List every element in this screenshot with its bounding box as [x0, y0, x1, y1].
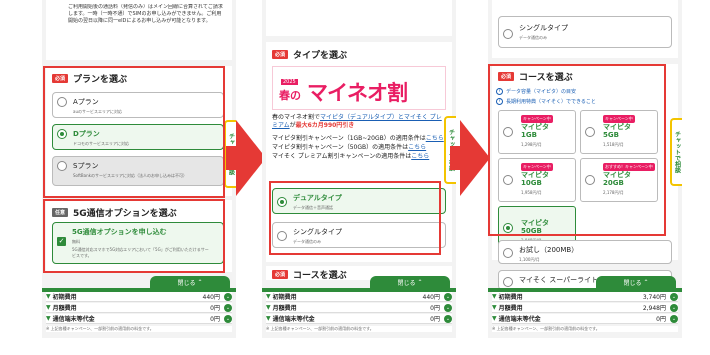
- notes-link[interactable]: こちら: [411, 153, 429, 160]
- course-section-head: 必須 コースを選ぶ: [272, 268, 347, 281]
- chevron-down-icon: ▼: [46, 304, 51, 311]
- cost-row-device[interactable]: ▼ 通信端末等代金 0円 ⌄: [492, 314, 678, 324]
- arrow-body: [226, 146, 236, 170]
- top-note: ご利用開始後の通話料（発信のみ）はメイン回線に合算されてご請求します。一時（一時…: [68, 4, 223, 24]
- radio-icon[interactable]: [503, 277, 513, 287]
- arrow-body: [450, 146, 460, 170]
- chevron-down-icon: ▼: [266, 293, 271, 300]
- promo-text: 春のマイネオ割でマイピタ（デュアルタイプ）とマイそく プレミアムが最大6カ月99…: [272, 114, 442, 129]
- chevron-down-icon: ▼: [266, 315, 271, 322]
- chevron-down-icon: ▼: [46, 315, 51, 322]
- close-cost-button[interactable]: 閉じる ⌃: [596, 276, 676, 288]
- chat-consult-button[interactable]: チャットで相談: [670, 118, 682, 186]
- radio-icon[interactable]: [503, 29, 513, 39]
- expand-icon[interactable]: ⌄: [670, 292, 678, 301]
- close-cost-button[interactable]: 閉じる ⌃: [370, 276, 450, 288]
- next-arrow-icon: [460, 120, 490, 196]
- chevron-down-icon: ▼: [492, 315, 497, 322]
- chevron-down-icon: ▼: [266, 304, 271, 311]
- notes-link[interactable]: こちら: [408, 144, 426, 151]
- campaign-notes: マイピタ割引キャンペーン（1GB~20GB）の適用条件はこちら マイピタ割引キャ…: [272, 135, 444, 160]
- expand-icon[interactable]: ⌄: [670, 314, 678, 323]
- chevron-down-icon: ▼: [46, 293, 51, 300]
- cost-row-initial[interactable]: ▼ 初期費用 440円 ⌄: [46, 292, 232, 302]
- highlight-frame: [43, 66, 225, 198]
- radio-icon[interactable]: [503, 248, 513, 258]
- cost-row-monthly[interactable]: ▼ 月額費用 0円 ⌄: [266, 303, 452, 313]
- expand-icon[interactable]: ⌄: [670, 303, 678, 312]
- cost-footnote: ※ 上記各種キャンペーン、一部割引前の適用前の料金です。: [46, 326, 232, 332]
- expand-icon[interactable]: ⌄: [444, 303, 452, 312]
- cost-row-monthly[interactable]: ▼ 月額費用 0円 ⌄: [46, 303, 232, 313]
- expand-icon[interactable]: ⌄: [224, 303, 232, 312]
- type-option-single[interactable]: シングルタイプ データ通信のみ: [498, 16, 672, 48]
- cost-row-monthly[interactable]: ▼ 月額費用 2,948円 ⌄: [492, 303, 678, 313]
- cost-footnote: ※ 上記各種キャンペーン、一部割引前の適用前の料金です。: [492, 326, 678, 332]
- cost-row-device[interactable]: ▼ 通信端末等代金 0円 ⌄: [46, 314, 232, 324]
- expand-icon[interactable]: ⌄: [224, 314, 232, 323]
- screen-type-select: 必須 タイプを選ぶ 2025 春の マイネオ割 春のマイネオ割でマイピタ（デュア…: [262, 0, 456, 338]
- highlight-frame: [488, 64, 666, 236]
- highlight-frame: [43, 199, 225, 273]
- chevron-down-icon: ▼: [492, 304, 497, 311]
- highlight-frame: [269, 181, 441, 255]
- expand-icon[interactable]: ⌄: [444, 292, 452, 301]
- cost-footnote: ※ 上記各種キャンペーン、一部割引前の適用前の料金です。: [266, 326, 452, 332]
- cost-row-initial[interactable]: ▼ 初期費用 440円 ⌄: [266, 292, 452, 302]
- expand-icon[interactable]: ⌄: [444, 314, 452, 323]
- cost-row-device[interactable]: ▼ 通信端末等代金 0円 ⌄: [266, 314, 452, 324]
- notes-link[interactable]: こちら: [426, 135, 444, 142]
- type-section-head: 必須 タイプを選ぶ: [272, 48, 347, 61]
- chevron-down-icon: ▼: [492, 293, 497, 300]
- course-option-trial[interactable]: お試し（200MB） 1,100円/月: [498, 240, 672, 264]
- close-cost-button[interactable]: 閉じる ⌃: [150, 276, 230, 288]
- expand-icon[interactable]: ⌄: [224, 292, 232, 301]
- campaign-banner[interactable]: 2025 春の マイネオ割: [272, 66, 446, 110]
- cost-row-initial[interactable]: ▼ 初期費用 3,740円 ⌄: [492, 292, 678, 302]
